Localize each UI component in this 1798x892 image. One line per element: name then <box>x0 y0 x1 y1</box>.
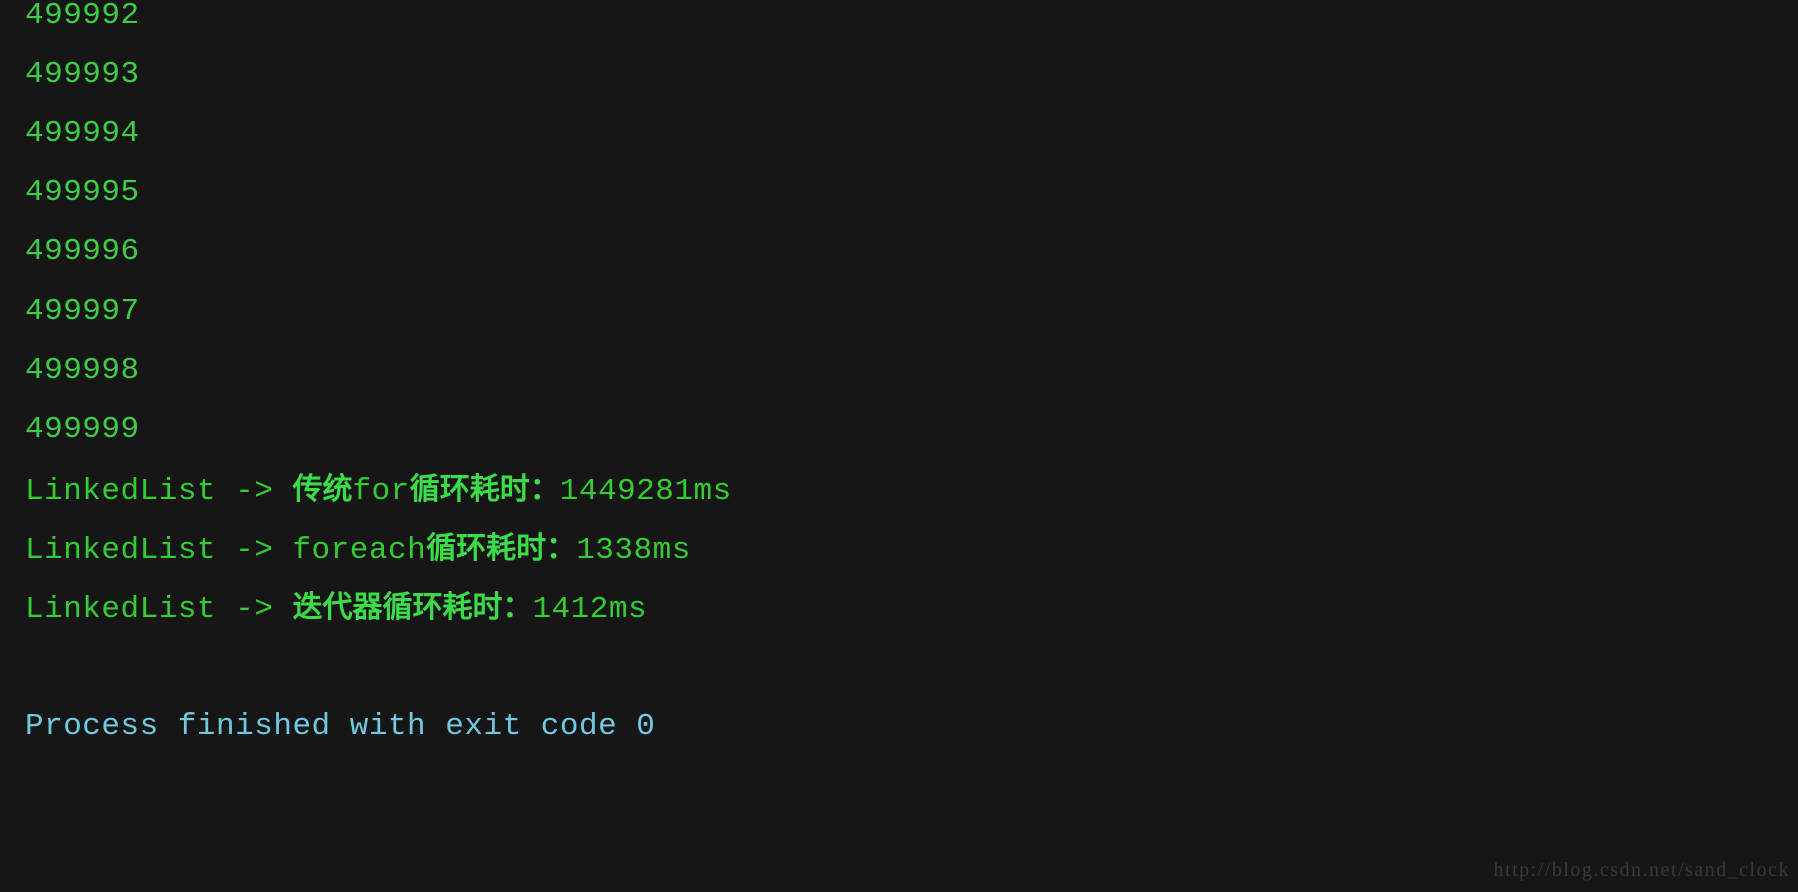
console-result-line-foreach: LinkedList -> foreach循环耗时：1338ms <box>25 519 691 578</box>
console-counter-line: 499999 <box>25 412 140 447</box>
console-counter-line: 499994 <box>25 116 140 151</box>
result-prefix: LinkedList -> <box>25 474 293 509</box>
console-counter-line: 499998 <box>25 353 140 388</box>
process-exit-line: Process finished with exit code 0 <box>25 709 656 744</box>
result-keyword: for <box>352 474 410 509</box>
console-result-line-iterator: LinkedList -> 迭代器循环耗时：1412ms <box>25 578 647 637</box>
console-result-line-for: LinkedList -> 传统for循环耗时：1449281ms <box>25 460 732 519</box>
result-prefix: LinkedList -> <box>25 533 293 568</box>
console-counter-line: 499992 <box>25 0 140 33</box>
result-cjk-a: 传统 <box>292 472 353 507</box>
result-duration: 1412ms <box>532 592 648 627</box>
result-cjk-b: 循环耗时： <box>426 531 577 566</box>
result-duration: 1338ms <box>576 533 691 568</box>
result-cjk-b: 循环耗时： <box>409 472 560 507</box>
console-counter-line: 499995 <box>25 175 140 210</box>
console-counter-line: 499997 <box>25 294 140 329</box>
result-prefix: LinkedList -> <box>25 592 293 627</box>
result-keyword: foreach <box>292 533 427 568</box>
result-cjk-a: 迭代器 <box>292 590 383 625</box>
watermark-url: http://blog.csdn.net/sand_clock <box>1493 859 1790 881</box>
result-cjk-b: 循环耗时： <box>382 590 533 625</box>
result-duration: 1449281ms <box>559 474 732 509</box>
console-counter-line: 499996 <box>25 234 140 269</box>
console-output-panel[interactable]: 499992 499993 499994 499995 499996 49999… <box>0 0 1798 892</box>
console-counter-line: 499993 <box>25 57 140 92</box>
